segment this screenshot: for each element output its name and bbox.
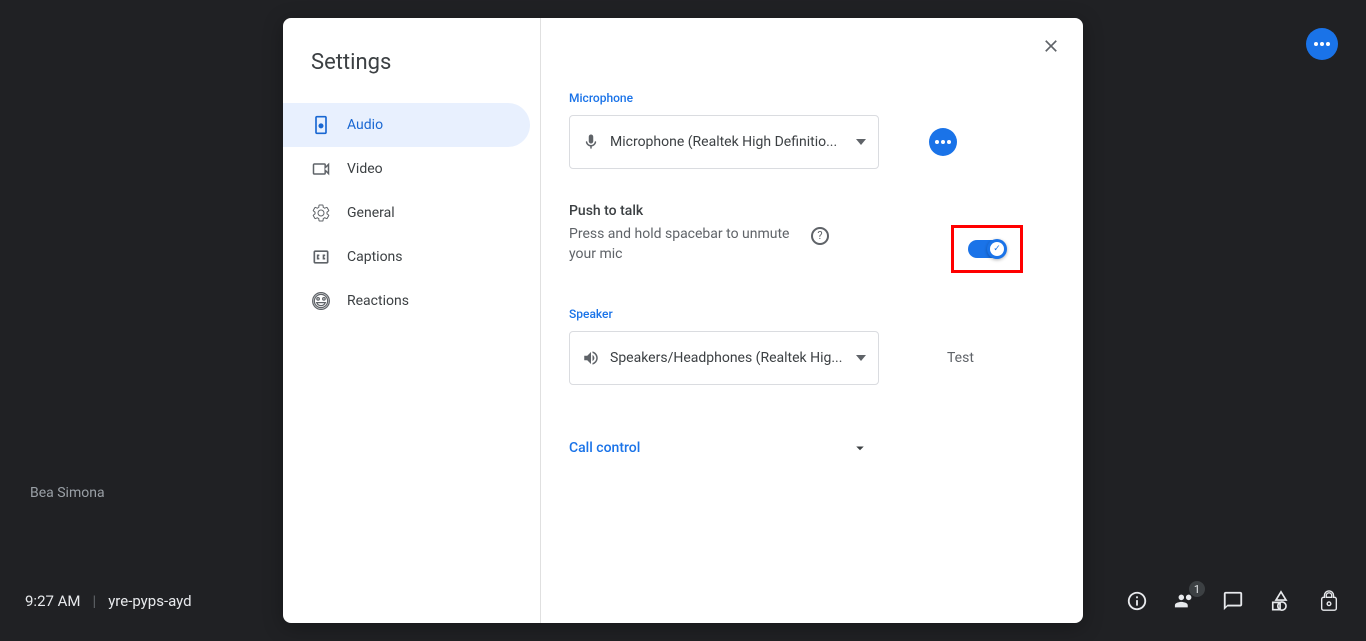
people-count-badge: 1 [1189, 581, 1205, 597]
nav-label-video: Video [347, 161, 383, 177]
more-options-button[interactable] [1306, 28, 1338, 60]
push-to-talk-toggle[interactable]: ✓ [968, 240, 1006, 258]
chat-icon[interactable] [1221, 589, 1245, 613]
nav-item-general[interactable]: General [283, 191, 530, 235]
call-control-label: Call control [569, 440, 640, 456]
settings-sidebar: Settings Audio Video General Captions Re… [283, 18, 541, 623]
call-control-expand[interactable]: Call control [569, 439, 869, 457]
nav-label-audio: Audio [347, 117, 383, 133]
push-to-talk-title: Push to talk [569, 203, 1055, 219]
nav-label-captions: Captions [347, 249, 403, 265]
settings-modal: Settings Audio Video General Captions Re… [283, 18, 1083, 623]
nav-item-captions[interactable]: Captions [283, 235, 530, 279]
speaker-select[interactable]: Speakers/Headphones (Realtek Hig... [569, 331, 879, 385]
lock-icon[interactable] [1317, 589, 1341, 613]
dropdown-icon [856, 355, 866, 361]
settings-main: Microphone Microphone (Realtek High Defi… [541, 18, 1083, 623]
nav-item-video[interactable]: Video [283, 147, 530, 191]
nav-label-general: General [347, 205, 395, 221]
highlight-box: ✓ [951, 225, 1023, 273]
check-icon: ✓ [990, 242, 1004, 256]
clock-time: 9:27 AM [25, 592, 81, 610]
nav-label-reactions: Reactions [347, 293, 409, 309]
participant-name: Bea Simona [30, 485, 105, 501]
nav-item-audio[interactable]: Audio [283, 103, 530, 147]
chevron-down-icon [851, 439, 869, 457]
microphone-icon [582, 133, 600, 151]
speaker-value: Speakers/Headphones (Realtek Hig... [610, 350, 846, 366]
activities-icon[interactable] [1269, 589, 1293, 613]
settings-title: Settings [283, 42, 540, 103]
speaker-section-label: Speaker [569, 307, 1055, 321]
close-button[interactable] [1041, 36, 1061, 62]
dropdown-icon [856, 139, 866, 145]
test-speaker-button[interactable]: Test [929, 350, 974, 366]
mic-activity-indicator [929, 128, 957, 156]
microphone-select[interactable]: Microphone (Realtek High Definitio... [569, 115, 879, 169]
people-icon[interactable]: 1 [1173, 589, 1197, 613]
separator: | [93, 592, 97, 610]
help-icon[interactable]: ? [811, 227, 829, 245]
microphone-value: Microphone (Realtek High Definitio... [610, 134, 846, 150]
push-to-talk-desc: Press and hold spacebar to unmute your m… [569, 225, 801, 264]
nav-item-reactions[interactable]: Reactions [283, 279, 530, 323]
meeting-code: yre-pyps-ayd [108, 592, 191, 610]
info-icon[interactable] [1125, 589, 1149, 613]
speaker-icon [582, 349, 600, 367]
microphone-section-label: Microphone [569, 91, 1055, 105]
